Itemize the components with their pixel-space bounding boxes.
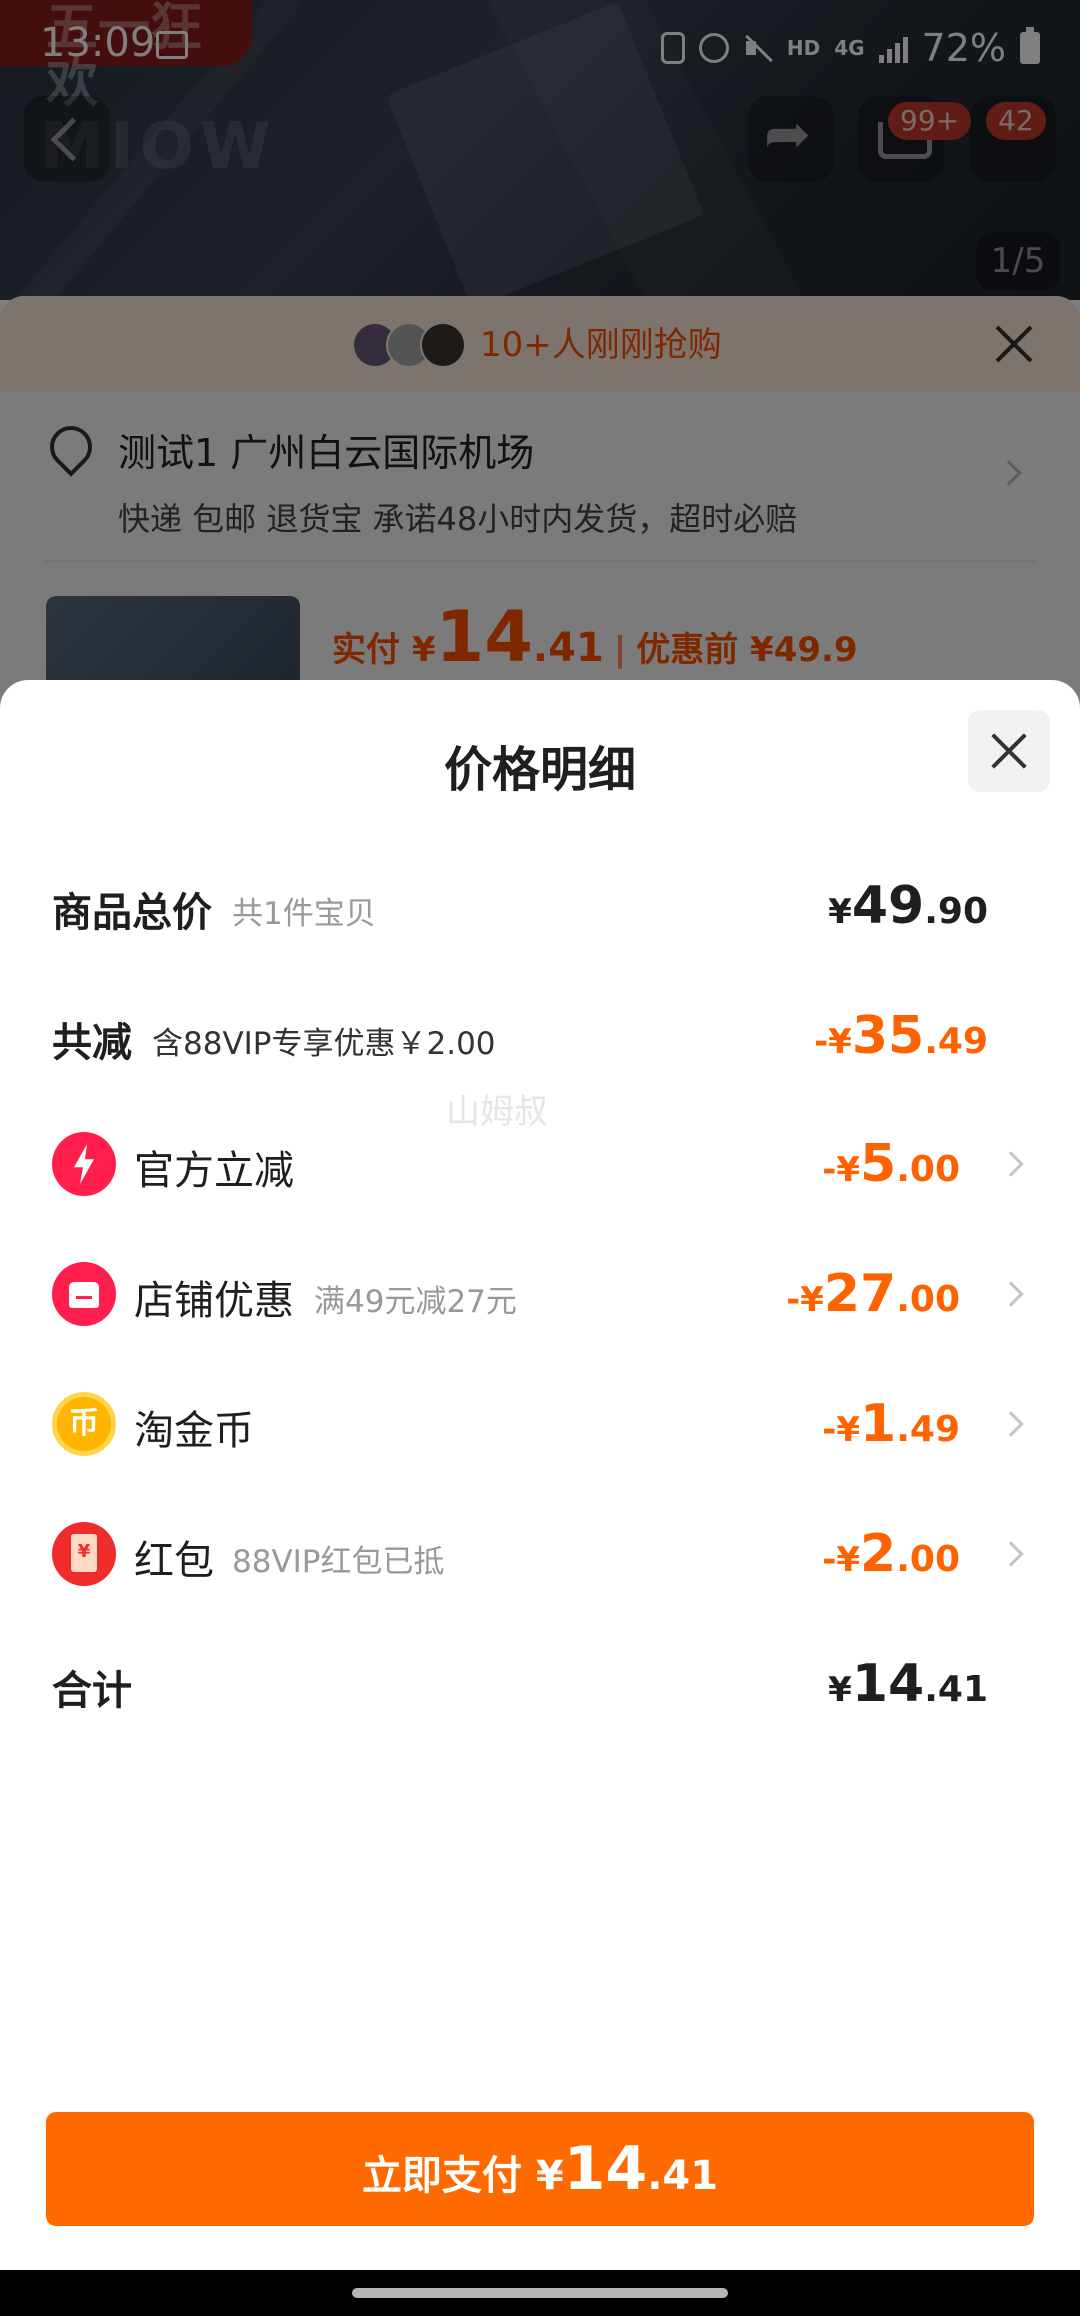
row-label: 合计	[52, 1668, 132, 1714]
pay-now-button[interactable]: 立即支付 ¥14.41	[46, 2112, 1034, 2226]
row-taojinbi[interactable]: 淘金币 -¥1.49	[52, 1384, 1028, 1464]
chevron-right-icon	[998, 1281, 1024, 1307]
price-detail-sheet: 价格明细 商品总价 共1件宝贝 ¥49.90 共减 含88VIP专享优惠￥2.0…	[0, 680, 1080, 2270]
pay-label: 立即支付 ¥	[361, 2153, 564, 2199]
sheet-title: 价格明细	[443, 742, 636, 798]
red-packet-icon	[52, 1522, 116, 1586]
amount: -¥27.00	[786, 1264, 960, 1324]
coin-icon	[52, 1392, 116, 1456]
row-label: 官方立减	[134, 1148, 294, 1194]
row-label: 店铺优惠	[134, 1278, 294, 1324]
amount: ¥14.41	[828, 1654, 988, 1714]
row-label: 商品总价	[52, 890, 212, 936]
amount: -¥35.49	[814, 1006, 988, 1066]
chevron-right-icon	[998, 1151, 1024, 1177]
row-sub: 共1件宝贝	[232, 896, 376, 932]
chevron-right-icon	[998, 1411, 1024, 1437]
row-label: 共减	[52, 1020, 132, 1066]
row-label: 红包	[134, 1538, 214, 1584]
row-sub: 含88VIP专享优惠￥2.00	[152, 1026, 496, 1062]
row-red-packet[interactable]: 红包 88VIP红包已抵 -¥2.00	[52, 1514, 1028, 1594]
amount: -¥1.49	[822, 1394, 960, 1454]
pay-dec: .41	[647, 2153, 719, 2199]
lightning-icon	[52, 1132, 116, 1196]
home-indicator[interactable]	[352, 2288, 728, 2298]
row-sum: 合计 ¥14.41	[52, 1644, 1028, 1724]
row-label: 淘金币	[134, 1408, 254, 1454]
row-total-price: 商品总价 共1件宝贝 ¥49.90	[52, 866, 1028, 946]
row-sub: 满49元减27元	[314, 1284, 517, 1320]
chevron-right-icon	[998, 1541, 1024, 1567]
amount: -¥5.00	[822, 1134, 960, 1194]
amount: -¥2.00	[822, 1524, 960, 1584]
row-shop-discount[interactable]: 店铺优惠 满49元减27元 -¥27.00	[52, 1254, 1028, 1334]
row-sub: 88VIP红包已抵	[232, 1544, 445, 1580]
pay-int: 14	[563, 2134, 648, 2204]
close-button[interactable]	[968, 710, 1050, 792]
shop-icon	[52, 1262, 116, 1326]
system-navigation-bar	[0, 2270, 1080, 2316]
amount: ¥49.90	[828, 876, 988, 936]
row-official-discount[interactable]: 官方立减 -¥5.00	[52, 1124, 1028, 1204]
row-total-discount: 共减 含88VIP专享优惠￥2.00 -¥35.49	[52, 996, 1028, 1076]
